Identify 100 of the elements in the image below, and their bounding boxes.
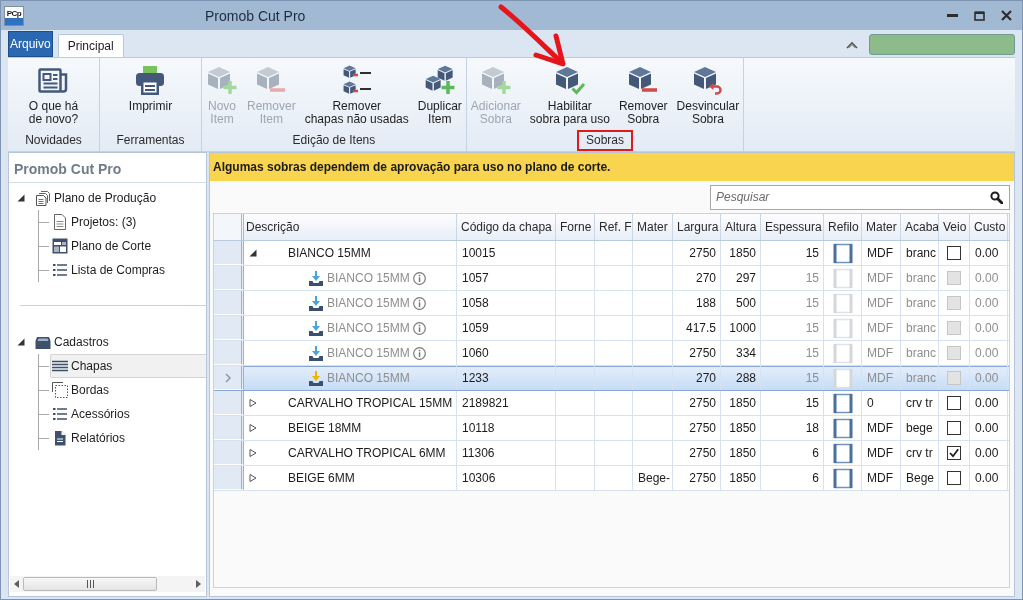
table-row[interactable]: BIANCO 15MM 10015 2750 1850 15 MDF branc 0.00 <box>214 241 1009 266</box>
tree-item[interactable]: Relatórios <box>50 426 206 450</box>
table-cell: 15 <box>761 366 824 390</box>
tree-item[interactable]: Acessórios <box>50 402 206 426</box>
ribbon-button[interactable]: Remover Sobra <box>614 59 672 129</box>
ribbon-button[interactable]: Imprimir <box>124 59 177 129</box>
table-cell: 15 <box>761 341 824 365</box>
ribbon-button[interactable]: O que há de novo? <box>24 59 83 129</box>
table-cell: 15 <box>761 241 824 265</box>
column-header[interactable]: Forne <box>556 214 595 240</box>
sheet-name: BIANCO 15MM <box>327 296 410 310</box>
column-header[interactable]: Espessura <box>761 214 824 240</box>
scroll-left-icon[interactable] <box>14 580 19 588</box>
square-frame-icon <box>832 467 853 489</box>
triangle-down-icon[interactable] <box>17 194 25 202</box>
tree-item[interactable]: Chapas <box>50 354 206 378</box>
tree-item[interactable]: Lista de Compras <box>50 258 206 282</box>
triangle-down-icon[interactable] <box>17 338 25 346</box>
table-cell: 2750 <box>673 416 721 440</box>
checkbox[interactable] <box>947 446 961 460</box>
table-cell: 11306 <box>457 441 556 465</box>
search-icon[interactable] <box>990 190 1003 204</box>
ribbon-button[interactable]: Duplicar Item <box>413 59 466 129</box>
checkbox[interactable] <box>947 246 961 260</box>
tree-item[interactable]: Projetos: (3) <box>50 210 206 234</box>
table-row[interactable]: BEIGE 6MM 10306 Bege- 2750 1850 6 MDF Bege 0.00 <box>214 466 1009 491</box>
column-header[interactable]: Mater <box>862 214 901 240</box>
printer-icon <box>134 64 167 96</box>
table-cell: 10306 <box>457 466 556 490</box>
app-logo: PCp <box>4 5 24 26</box>
table-cell: branc <box>901 341 939 365</box>
row-header[interactable] <box>214 391 244 415</box>
table-cell: 2750 <box>673 441 721 465</box>
triangle-right-icon[interactable] <box>249 399 257 407</box>
triangle-right-icon[interactable] <box>249 474 257 482</box>
checkbox[interactable] <box>947 421 961 435</box>
table-cell: 1850 <box>721 466 761 490</box>
cube-plus-icon <box>206 64 238 96</box>
row-header[interactable] <box>214 466 244 490</box>
tray-icon <box>309 355 323 361</box>
table-cell: 0.00 <box>970 316 1008 340</box>
column-header[interactable]: Ref. F <box>595 214 633 240</box>
triangle-right-icon[interactable] <box>249 449 257 457</box>
ribbon-tab[interactable]: Principal <box>57 34 124 57</box>
column-header[interactable]: Refilo <box>824 214 862 240</box>
cube-check-icon <box>553 64 586 96</box>
table-cell: 0.00 <box>970 466 1008 490</box>
search-field[interactable]: Pesquisar <box>710 184 1010 210</box>
column-header[interactable]: Código da chapa <box>457 214 556 240</box>
table-cell: 2750 <box>673 466 721 490</box>
column-header[interactable]: Custo <box>970 214 1008 240</box>
table-cell: 1058 <box>457 291 556 315</box>
triangle-down-icon[interactable] <box>249 249 257 257</box>
triangle-right-icon[interactable] <box>249 424 257 432</box>
table-row[interactable]: CARVALHO TROPICAL 15MM 2189821 2750 1850 15 0 crv tr 0.00 <box>214 391 1009 416</box>
tree-item[interactable]: Bordas <box>50 378 206 402</box>
table-cell: MDF <box>862 441 901 465</box>
column-header[interactable]: Largura <box>673 214 721 240</box>
table-cell: MDF <box>862 466 901 490</box>
table-row[interactable]: CARVALHO TROPICAL 6MM 11306 2750 1850 6 MDF crv tr 0.00 <box>214 441 1009 466</box>
table-cell: 0 <box>862 391 901 415</box>
window-title: Promob Cut Pro <box>205 7 306 24</box>
tree-item[interactable]: Plano de Produção <box>33 186 206 210</box>
scrollbar-thumb[interactable] <box>23 577 157 591</box>
scroll-right-icon[interactable] <box>196 580 201 588</box>
column-header[interactable]: Mater <box>633 214 673 240</box>
table-cell: MDF <box>862 241 901 265</box>
panel-title: Promob Cut Pro <box>9 153 206 183</box>
ribbon-button[interactable]: Remover chapas não usadas <box>300 59 413 129</box>
table-cell: 270 <box>673 266 721 290</box>
table-row[interactable]: BEIGE 18MM 10118 2750 1850 18 MDF bege 0.00 <box>214 416 1009 441</box>
warning-banner: Algumas sobras dependem de aprovação para uso no plano de corte. <box>210 153 1014 181</box>
table-cell: crv tr <box>901 391 939 415</box>
ribbon-button[interactable]: Habilitar sobra para uso <box>525 59 614 129</box>
table-cell: 15 <box>761 266 824 290</box>
checkbox[interactable] <box>947 471 961 485</box>
table-cell: 15 <box>761 291 824 315</box>
tree-item[interactable]: Plano de Corte <box>50 234 206 258</box>
column-header[interactable]: Altura <box>721 214 761 240</box>
square-frame-icon <box>832 367 853 389</box>
ribbon-tab[interactable]: Arquivo <box>8 31 53 57</box>
chevron-right-icon <box>224 372 231 383</box>
table-cell: 1057 <box>457 266 556 290</box>
table-cell: 270 <box>673 366 721 390</box>
square-frame-icon <box>832 267 853 289</box>
dashed-square-icon <box>52 382 68 398</box>
horizontal-scrollbar[interactable] <box>10 576 205 592</box>
row-header[interactable] <box>214 416 244 440</box>
chevron-up-icon[interactable] <box>846 40 858 49</box>
tray-icon <box>309 330 323 336</box>
ribbon-button[interactable]: Desvincular Sobra <box>672 59 744 129</box>
table-cell: 6 <box>761 466 824 490</box>
column-header[interactable]: Descrição <box>244 214 457 240</box>
tree-item[interactable]: Cadastros <box>33 330 206 354</box>
table-cell: 10118 <box>457 416 556 440</box>
row-header[interactable] <box>214 241 244 265</box>
row-header[interactable] <box>214 441 244 465</box>
checkbox[interactable] <box>947 396 961 410</box>
layout-icon <box>52 238 68 254</box>
column-header[interactable]: Veio <box>939 214 970 240</box>
